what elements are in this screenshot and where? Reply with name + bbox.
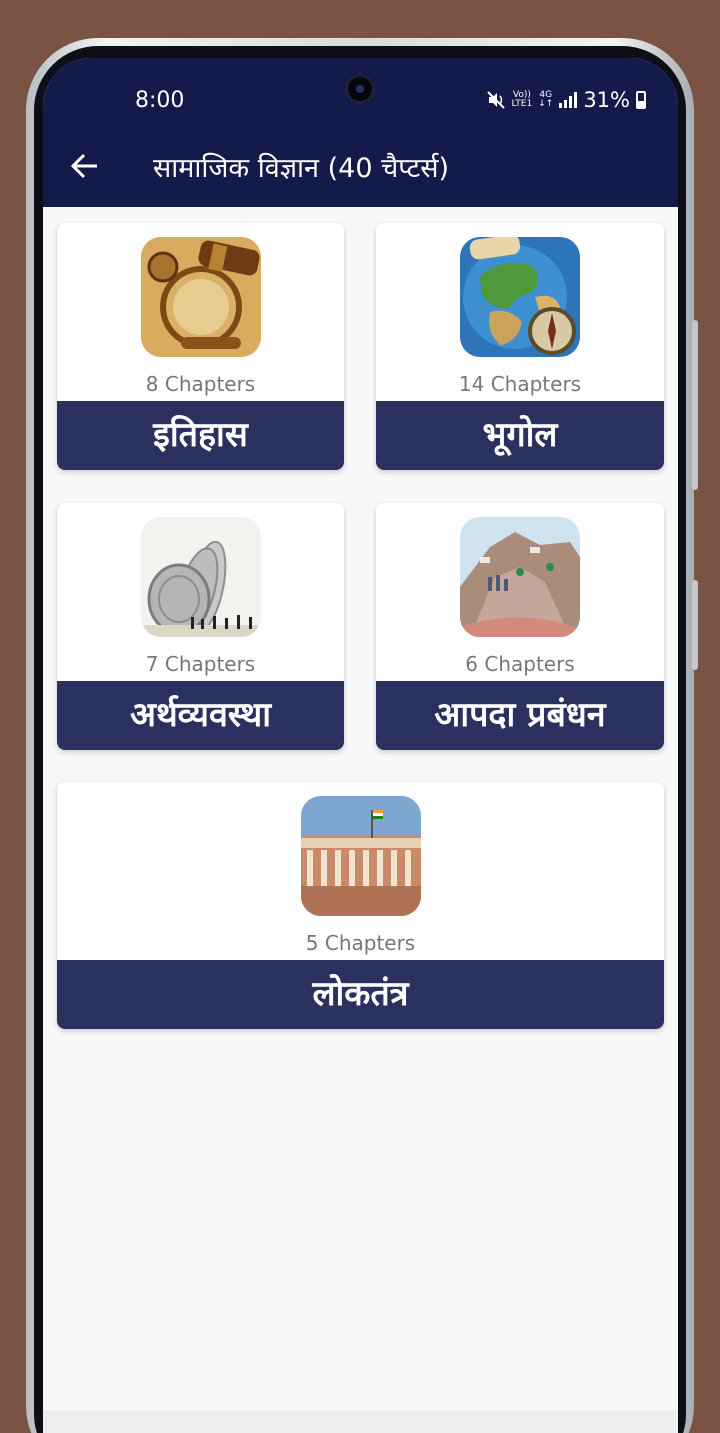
page-title: सामाजिक विज्ञान (40 चैप्टर्स)	[153, 153, 450, 184]
battery-icon	[636, 91, 646, 109]
volte-indicator: Vo)) LTE1	[511, 90, 533, 109]
history-compass-icon	[140, 237, 261, 357]
back-arrow-icon[interactable]	[69, 150, 101, 182]
parliament-icon	[300, 796, 421, 916]
globe-map-icon	[460, 237, 580, 357]
chapter-count: 6 Chapters	[465, 652, 575, 676]
app-bar: सामाजिक विज्ञान (40 चैप्टर्स)	[43, 138, 678, 198]
mute-vibrate-icon	[486, 91, 505, 109]
network-type-indicator: 4G ↓↑	[538, 90, 554, 109]
chapter-count: 7 Chapters	[145, 652, 256, 676]
status-bar: 8:00 Vo)) LTE1 4G ↓↑ 31%	[43, 74, 678, 114]
subject-card-history[interactable]: 8 Chapters इतिहास	[57, 223, 344, 470]
subject-label: इतिहास	[57, 401, 344, 470]
subject-label: आपदा प्रबंधन	[376, 681, 664, 750]
status-time: 8:00	[135, 88, 185, 113]
power-button	[692, 580, 698, 670]
chapter-count: 5 Chapters	[305, 931, 416, 955]
subject-card-disaster-management[interactable]: 6 Chapters आपदा प्रबंधन	[376, 503, 664, 750]
subject-card-democracy[interactable]: 5 Chapters लोकतंत्र	[57, 782, 664, 1029]
signal-icon	[559, 92, 578, 108]
battery-percent: 31%	[583, 88, 630, 112]
subject-label: भूगोल	[376, 401, 664, 470]
volume-button	[692, 320, 698, 490]
subject-card-geography[interactable]: 14 Chapters भूगोल	[376, 223, 664, 470]
screen: 8:00 Vo)) LTE1 4G ↓↑ 31% सामाजिक विज्ञान…	[43, 58, 678, 1433]
disaster-crowd-icon	[460, 517, 580, 637]
chapter-count: 14 Chapters	[458, 372, 582, 396]
subject-label: अर्थव्यवस्था	[57, 681, 344, 750]
subject-label: लोकतंत्र	[57, 960, 664, 1029]
front-camera	[345, 74, 375, 104]
subject-card-economy[interactable]: 7 Chapters अर्थव्यवस्था	[57, 503, 344, 750]
system-nav-bar	[43, 1410, 678, 1433]
status-icons: Vo)) LTE1 4G ↓↑ 31%	[486, 88, 646, 112]
top-app-bar: 8:00 Vo)) LTE1 4G ↓↑ 31% सामाजिक विज्ञान…	[43, 58, 678, 207]
chapter-count: 8 Chapters	[145, 372, 256, 396]
coins-icon	[140, 517, 261, 637]
